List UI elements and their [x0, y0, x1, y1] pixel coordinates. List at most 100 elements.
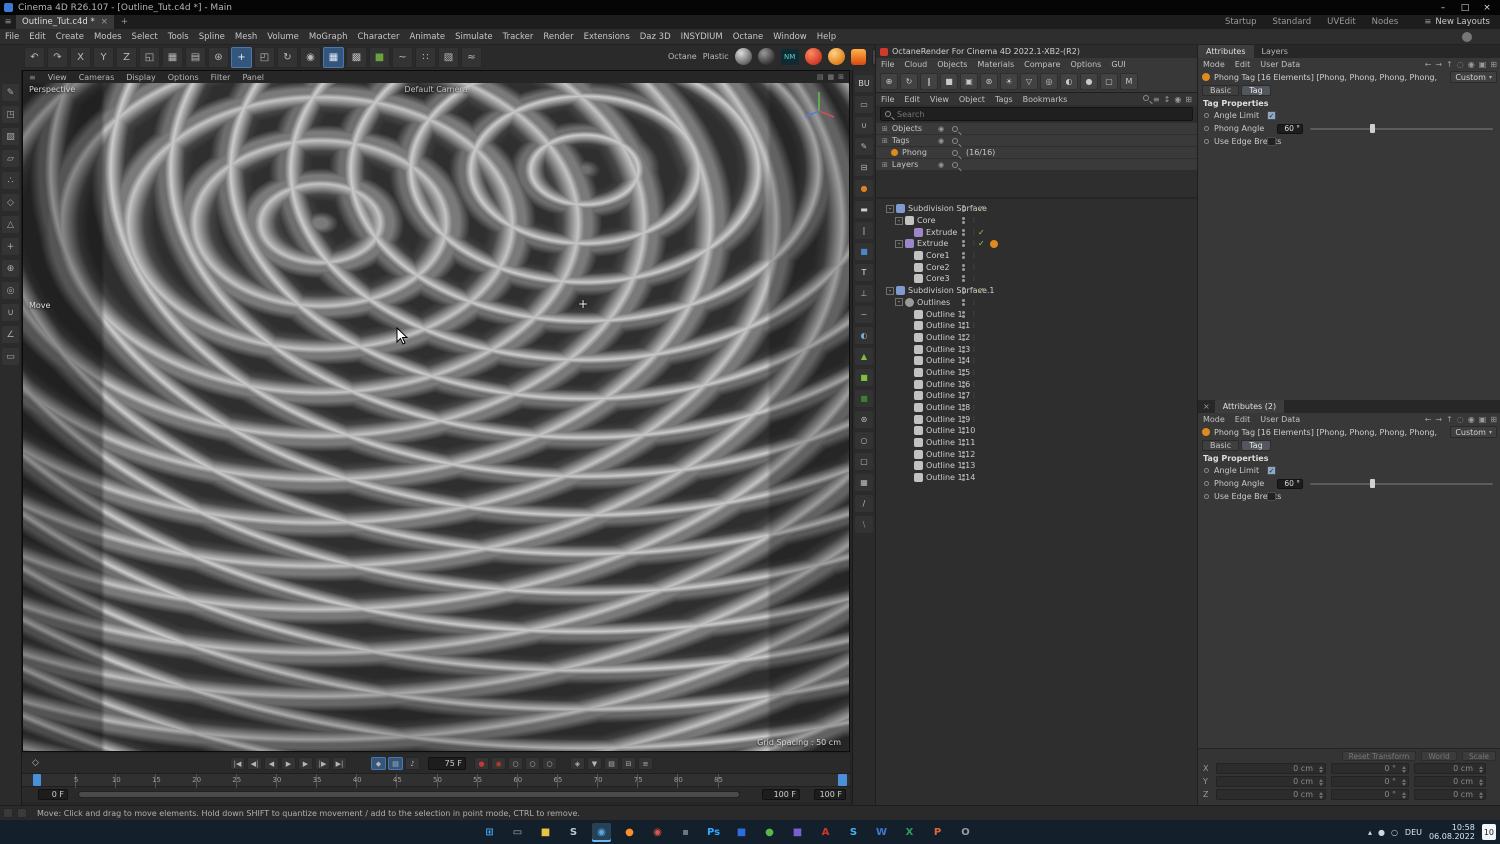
redo-icon[interactable]: ↷	[47, 47, 68, 68]
account-icon[interactable]	[1462, 32, 1472, 42]
playhead[interactable]	[33, 774, 41, 786]
slider[interactable]	[1310, 478, 1493, 489]
powerslider-button[interactable]: ▤	[604, 757, 619, 770]
search-icon[interactable]: ◌	[1457, 60, 1464, 69]
settings-gear-icon[interactable]: ⊛	[980, 72, 998, 90]
tree-row[interactable]: Outline 1.6 ⋮ ✓	[876, 378, 1197, 390]
node-editor-icon[interactable]: ⊟	[855, 159, 873, 176]
clock[interactable]: 10:58 06.08.2022	[1429, 823, 1475, 841]
back-icon[interactable]: ←	[1425, 415, 1432, 424]
record-scale-button[interactable]: ○	[525, 757, 540, 770]
expand-toggle[interactable]: -	[895, 216, 903, 225]
current-frame-field[interactable]: 75 F	[428, 757, 466, 770]
tweak-mode-icon[interactable]: +	[2, 238, 19, 255]
eye-icon[interactable]: ◉	[938, 125, 944, 133]
visibility-dots[interactable]	[962, 345, 965, 353]
language-indicator[interactable]: DEU	[1405, 828, 1422, 837]
minimize-button[interactable]: ⊟	[621, 757, 636, 770]
pen-icon[interactable]: ✎	[855, 138, 873, 155]
goto-start-button[interactable]: |◀	[230, 757, 245, 770]
steam-icon[interactable]: S	[564, 823, 583, 842]
lock-icon[interactable]: ▣	[1479, 415, 1487, 424]
tree-row[interactable]: - Subdivision Surface.1 ⋮ ✓	[876, 285, 1197, 297]
spinner-icon[interactable]	[1479, 792, 1483, 799]
keyframe-selection-button[interactable]: ◈	[570, 757, 585, 770]
menu-item[interactable]: File	[0, 32, 24, 42]
options-button[interactable]: ≡	[638, 757, 653, 770]
menu-item[interactable]: MoGraph	[304, 32, 353, 42]
skype-icon[interactable]: S	[844, 823, 863, 842]
stop-render-icon[interactable]: ■	[940, 72, 958, 90]
sort-icon[interactable]: ↕	[1164, 95, 1171, 104]
eye-icon[interactable]: ◉	[938, 137, 944, 145]
transform-header-button[interactable]: World	[1421, 751, 1457, 761]
back-icon[interactable]: ←	[1425, 60, 1432, 69]
eye-icon[interactable]: ◉	[938, 161, 944, 169]
grid-tool-icon[interactable]: ▦	[855, 474, 873, 491]
edges-mode-icon[interactable]: ◇	[2, 194, 19, 211]
simulate-button[interactable]: ≈	[461, 47, 482, 68]
filter-icon[interactable]: ≡	[1153, 95, 1160, 104]
make-editable-icon[interactable]: ✎	[2, 84, 19, 101]
viewport-canvas[interactable]: Perspective Default Camera Move + Grid S…	[23, 83, 849, 751]
octane-menu-item[interactable]: File	[876, 60, 899, 69]
viewport-maximize-icon[interactable]: ⊞	[838, 73, 844, 81]
tree-row[interactable]: Outline 1.5 ⋮ ✓	[876, 367, 1197, 379]
next-frame-button[interactable]: ▶	[298, 757, 313, 770]
object-manager-menu-item[interactable]: Object	[954, 95, 990, 104]
menu-item[interactable]: Tools	[163, 32, 194, 42]
viewport-menu-item[interactable]: View	[42, 73, 73, 82]
viewport-grid-icon[interactable]: ▦	[828, 73, 835, 81]
prev-frame-button[interactable]: ◀	[264, 757, 279, 770]
keyframe-diamond-icon[interactable]: ◇	[32, 758, 39, 768]
eye-icon[interactable]: ◉	[1174, 95, 1181, 104]
notification-badge[interactable]: 10	[1481, 824, 1496, 840]
position-field[interactable]: 0 cm	[1216, 763, 1326, 774]
attributes-menu-item[interactable]: Mode	[1198, 60, 1230, 69]
tree-row[interactable]: Outline 1.10 ⋮ ✓	[876, 425, 1197, 437]
menu-item[interactable]: Tracker	[498, 32, 539, 42]
visibility-dots[interactable]	[962, 415, 965, 423]
marker-button[interactable]: ▼	[587, 757, 602, 770]
octane-menu-item[interactable]: Compare	[1019, 60, 1065, 69]
object-manager-menu-item[interactable]: Edit	[899, 95, 925, 104]
close-button[interactable]: ×	[1476, 3, 1498, 13]
visibility-dots[interactable]	[962, 287, 965, 295]
object-manager-menu-item[interactable]: Tags	[990, 95, 1018, 104]
range-end-field-2[interactable]: 100 F	[814, 789, 846, 800]
menu-item[interactable]: Help	[812, 32, 841, 42]
octane-menu-item[interactable]: Materials	[972, 60, 1019, 69]
firefox-icon[interactable]: ●	[620, 823, 639, 842]
viewport-menu-item[interactable]: Display	[120, 73, 162, 82]
pin-icon[interactable]: ◉	[1468, 415, 1475, 424]
tree-row[interactable]: Outline 1.1 ⋮ ✓	[876, 320, 1197, 332]
menu-item[interactable]: Modes	[89, 32, 127, 42]
forward-icon[interactable]: →	[1435, 60, 1442, 69]
tab-tag[interactable]: Tag	[1241, 85, 1271, 96]
attributes-menu-item[interactable]: Edit	[1230, 415, 1256, 424]
keyframe-dot[interactable]	[1204, 126, 1209, 131]
measure-icon[interactable]: ▭	[855, 96, 873, 113]
spinner-icon[interactable]	[1319, 792, 1323, 799]
workplane-mode-icon[interactable]: ▱	[2, 150, 19, 167]
viewport-menu-icon[interactable]: ≡	[23, 73, 42, 82]
system-monitor-icon[interactable]: ▭	[508, 823, 527, 842]
keyframe-mode-button[interactable]: ◆	[371, 757, 386, 770]
up-icon[interactable]: ↑	[1446, 60, 1453, 69]
prev-key-button[interactable]: ◀|	[247, 757, 262, 770]
visibility-dots[interactable]	[962, 275, 965, 283]
menu-item[interactable]: Mesh	[230, 32, 262, 42]
render-settings-button[interactable]: ⊛	[208, 47, 229, 68]
mic-icon[interactable]: ●	[1378, 828, 1385, 837]
polygons-mode-icon[interactable]: △	[2, 216, 19, 233]
viewport-menu-item[interactable]: Cameras	[73, 73, 121, 82]
knife-icon[interactable]: /	[855, 495, 873, 512]
position-field[interactable]: 0 cm	[1216, 776, 1326, 787]
object-manager-menu-item[interactable]: Bookmarks	[1018, 95, 1073, 104]
axis-y-lock-button[interactable]: Y	[93, 47, 114, 68]
magnet-icon[interactable]: ∪	[855, 117, 873, 134]
green-cube-icon[interactable]: ■	[855, 369, 873, 386]
arealight-icon[interactable]: ▽	[1020, 72, 1038, 90]
texture-mode-icon[interactable]: ▨	[2, 128, 19, 145]
photoshop-icon[interactable]: Ps	[704, 823, 723, 842]
